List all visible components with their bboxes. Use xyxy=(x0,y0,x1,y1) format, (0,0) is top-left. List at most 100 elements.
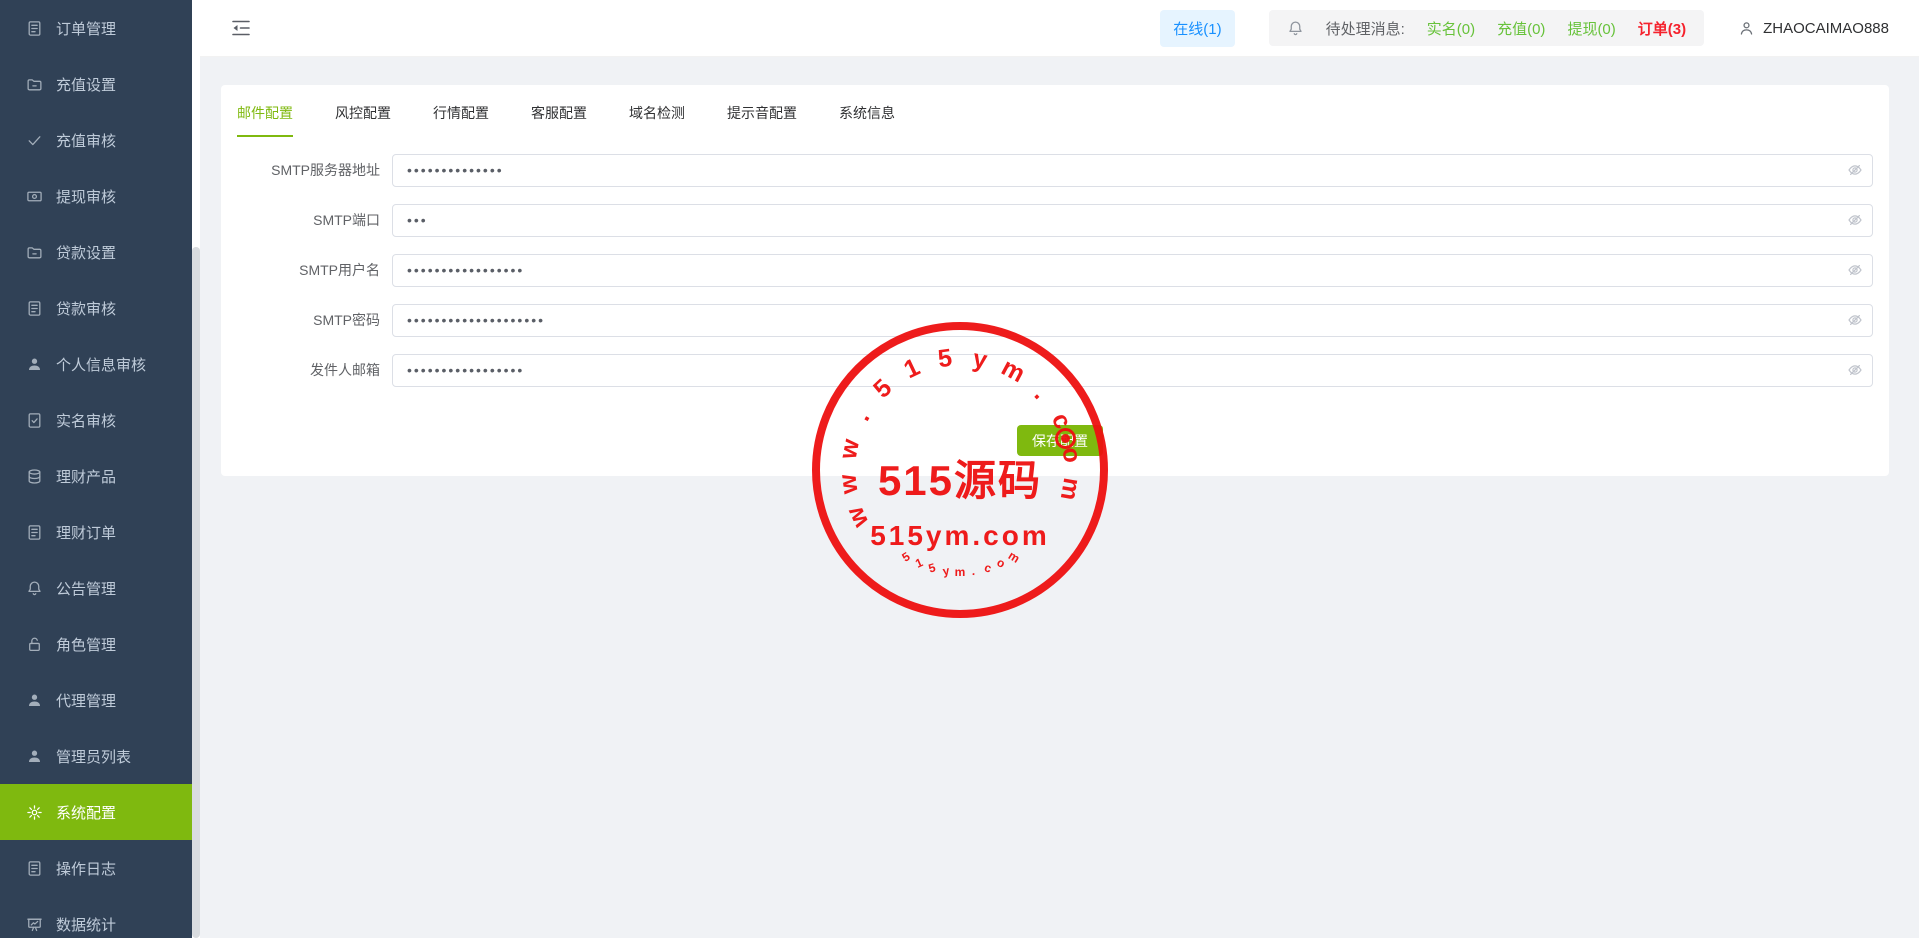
settings-card: 邮件配置风控配置行情配置客服配置域名检测提示音配置系统信息 SMTP服务器地址S… xyxy=(221,85,1889,476)
eye-slash-icon[interactable] xyxy=(1847,212,1863,228)
tab-domain-check[interactable]: 域名检测 xyxy=(629,103,685,137)
tab-risk-config[interactable]: 风控配置 xyxy=(335,103,391,137)
document-check-icon xyxy=(26,412,43,429)
sidebar-item-label: 管理员列表 xyxy=(56,746,131,767)
sidebar-item-operation-log[interactable]: 操作日志 xyxy=(0,840,192,896)
sidebar-item-label: 操作日志 xyxy=(56,858,116,879)
bell-icon xyxy=(26,580,43,597)
pending-links: 实名(0) 充值(0) 提现(0) 订单(3) xyxy=(1427,18,1686,39)
sender-email-input[interactable] xyxy=(392,354,1873,387)
sidebar-item-label: 角色管理 xyxy=(56,634,116,655)
database-icon xyxy=(26,468,43,485)
sidebar-item-label: 提现审核 xyxy=(56,186,116,207)
sidebar-item-label: 数据统计 xyxy=(56,914,116,935)
smtp-password-input[interactable] xyxy=(392,304,1873,337)
check-icon xyxy=(26,132,43,149)
form-row-smtp-password: SMTP密码 xyxy=(237,295,1873,345)
sidebar-item-withdraw-review[interactable]: 提现审核 xyxy=(0,168,192,224)
top-header: 在线(1) 待处理消息: 实名(0) 充值(0) 提现(0) 订单(3) ZHAOCA… xyxy=(200,0,1919,57)
user-icon xyxy=(26,748,43,765)
sidebar-item-system-config[interactable]: 系统配置 xyxy=(0,784,192,840)
eye-slash-icon[interactable] xyxy=(1847,162,1863,178)
sidebar-item-role-management[interactable]: 角色管理 xyxy=(0,616,192,672)
sidebar-item-label: 代理管理 xyxy=(56,690,116,711)
tab-service-config[interactable]: 客服配置 xyxy=(531,103,587,137)
pending-messages-label: 待处理消息: xyxy=(1326,18,1405,39)
pending-link-realname[interactable]: 实名(0) xyxy=(1427,18,1475,39)
online-status-badge[interactable]: 在线(1) xyxy=(1160,10,1234,47)
field-label-smtp-server: SMTP服务器地址 xyxy=(237,160,380,180)
username: ZHAOCAIMAO888 xyxy=(1763,20,1889,37)
gear-icon xyxy=(26,804,43,821)
bell-icon xyxy=(1287,20,1304,37)
document-icon xyxy=(26,20,43,37)
sidebar-item-announcements[interactable]: 公告管理 xyxy=(0,560,192,616)
sidebar-item-agent-management[interactable]: 代理管理 xyxy=(0,672,192,728)
sidebar-item-label: 充值审核 xyxy=(56,130,116,151)
eye-slash-icon[interactable] xyxy=(1847,312,1863,328)
form-row-sender-email: 发件人邮箱 xyxy=(237,345,1873,395)
sidebar-item-admin-list[interactable]: 管理员列表 xyxy=(0,728,192,784)
sidebar-item-loan-review[interactable]: 贷款审核 xyxy=(0,280,192,336)
tab-system-info[interactable]: 系统信息 xyxy=(839,103,895,137)
sidebar-item-finance-products[interactable]: 理财产品 xyxy=(0,448,192,504)
sidebar: 订单管理充值设置充值审核提现审核贷款设置贷款审核个人信息审核实名审核理财产品理财… xyxy=(0,0,192,938)
chart-board-icon xyxy=(26,916,43,933)
pending-link-recharge[interactable]: 充值(0) xyxy=(1497,18,1545,39)
sidebar-item-label: 理财产品 xyxy=(56,466,116,487)
user-menu[interactable]: ZHAOCAIMAO888 xyxy=(1738,20,1889,37)
sidebar-item-label: 贷款审核 xyxy=(56,298,116,319)
sidebar-item-label: 充值设置 xyxy=(56,74,116,95)
form-row-smtp-server: SMTP服务器地址 xyxy=(237,145,1873,195)
sidebar-item-loan-settings[interactable]: 贷款设置 xyxy=(0,224,192,280)
form-row-smtp-port: SMTP端口 xyxy=(237,195,1873,245)
vertical-scrollbar[interactable] xyxy=(192,0,200,938)
user-icon xyxy=(26,692,43,709)
eye-slash-icon[interactable] xyxy=(1847,362,1863,378)
sidebar-item-realname-review[interactable]: 实名审核 xyxy=(0,392,192,448)
sidebar-item-label: 系统配置 xyxy=(56,802,116,823)
pending-messages-bar: 待处理消息: 实名(0) 充值(0) 提现(0) 订单(3) xyxy=(1269,10,1705,46)
document-icon xyxy=(26,300,43,317)
sidebar-item-recharge-settings[interactable]: 充值设置 xyxy=(0,56,192,112)
header-right: 在线(1) 待处理消息: 实名(0) 充值(0) 提现(0) 订单(3) ZHAOCA… xyxy=(1160,10,1889,47)
main-content: 邮件配置风控配置行情配置客服配置域名检测提示音配置系统信息 SMTP服务器地址S… xyxy=(200,57,1919,938)
sidebar-fold-icon[interactable] xyxy=(230,17,252,39)
sidebar-item-order-management[interactable]: 订单管理 xyxy=(0,0,192,56)
document-icon xyxy=(26,860,43,877)
sidebar-item-label: 理财订单 xyxy=(56,522,116,543)
sidebar-item-finance-orders[interactable]: 理财订单 xyxy=(0,504,192,560)
save-row: 保存配置 xyxy=(237,425,1873,456)
tab-bar: 邮件配置 风控配置 行情配置 客服配置 域名检测 提示音配置 系统信息 xyxy=(237,85,1873,137)
save-config-button[interactable]: 保存配置 xyxy=(1017,425,1103,456)
money-icon xyxy=(26,188,43,205)
field-label-sender-email: 发件人邮箱 xyxy=(237,360,380,380)
folder-icon xyxy=(26,76,43,93)
smtp-server-input[interactable] xyxy=(392,154,1873,187)
eye-slash-icon[interactable] xyxy=(1847,262,1863,278)
sidebar-item-recharge-review[interactable]: 充值审核 xyxy=(0,112,192,168)
smtp-username-input[interactable] xyxy=(392,254,1873,287)
sidebar-item-label: 贷款设置 xyxy=(56,242,116,263)
form: SMTP服务器地址 SMTP端口 SMTP用户名 SMTP密码发件人邮箱 xyxy=(237,145,1873,395)
sidebar-item-data-statistics[interactable]: 数据统计 xyxy=(0,896,192,938)
field-label-smtp-port: SMTP端口 xyxy=(237,210,380,230)
tab-sound-config[interactable]: 提示音配置 xyxy=(727,103,797,137)
folder-icon xyxy=(26,244,43,261)
user-icon xyxy=(26,356,43,373)
user-icon xyxy=(1738,20,1755,37)
pending-link-orders[interactable]: 订单(3) xyxy=(1638,18,1686,39)
document-icon xyxy=(26,524,43,541)
sidebar-item-profile-review[interactable]: 个人信息审核 xyxy=(0,336,192,392)
form-row-smtp-username: SMTP用户名 xyxy=(237,245,1873,295)
pending-link-withdraw[interactable]: 提现(0) xyxy=(1567,18,1615,39)
field-label-smtp-username: SMTP用户名 xyxy=(237,260,380,280)
scrollbar-thumb[interactable] xyxy=(192,247,200,938)
tab-market-config[interactable]: 行情配置 xyxy=(433,103,489,137)
smtp-port-input[interactable] xyxy=(392,204,1873,237)
sidebar-item-label: 公告管理 xyxy=(56,578,116,599)
tab-email-config[interactable]: 邮件配置 xyxy=(237,103,293,137)
sidebar-item-label: 订单管理 xyxy=(56,18,116,39)
sidebar-menu: 订单管理充值设置充值审核提现审核贷款设置贷款审核个人信息审核实名审核理财产品理财… xyxy=(0,0,192,938)
sidebar-item-label: 实名审核 xyxy=(56,410,116,431)
